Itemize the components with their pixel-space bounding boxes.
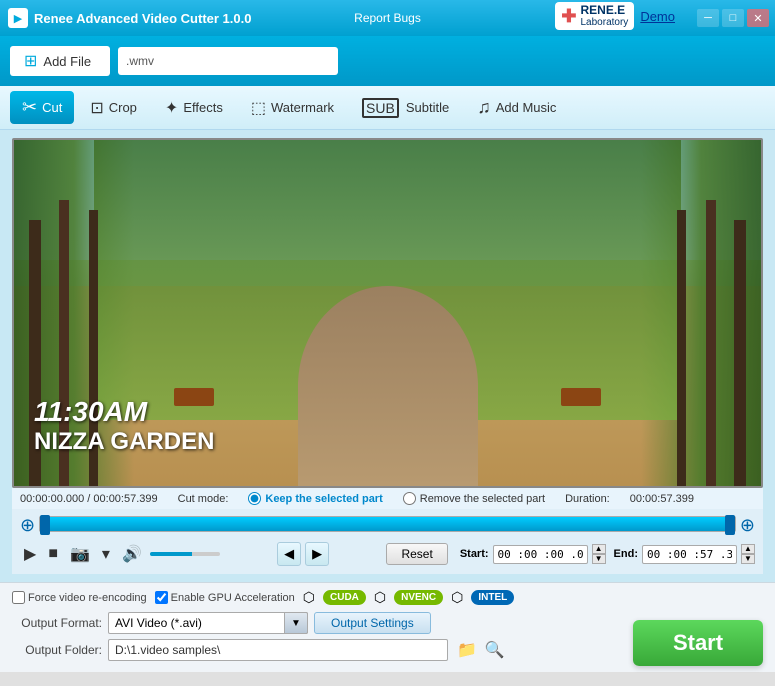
- watermark-icon: ⬚: [251, 98, 266, 118]
- nvenc-gpu-icon: ⬡: [374, 589, 386, 606]
- encoding-row: Force video re-encoding Enable GPU Accel…: [12, 589, 763, 606]
- output-format-select-wrap: AVI Video (*.avi) ▼: [108, 612, 308, 634]
- output-settings-area: Output Format: AVI Video (*.avi) ▼ Outpu…: [12, 612, 623, 666]
- browse-folder-button[interactable]: 📁: [454, 639, 480, 661]
- window-controls: ─ □ ✕: [697, 9, 769, 27]
- close-button[interactable]: ✕: [747, 9, 769, 27]
- start-time-up[interactable]: ▲: [592, 544, 606, 554]
- reset-button[interactable]: Reset: [386, 543, 447, 565]
- main-content: 11:30AM NIZZA GARDEN 00:00:00.000 / 00:0…: [0, 130, 775, 582]
- frame-forward-button[interactable]: ▶: [305, 542, 329, 566]
- video-overlay: 11:30AM NIZZA GARDEN: [34, 396, 214, 456]
- cut-mode-label: Cut mode:: [178, 493, 229, 505]
- timeline-fill: [40, 517, 735, 531]
- end-time-up[interactable]: ▲: [741, 544, 755, 554]
- output-format-select[interactable]: AVI Video (*.avi): [108, 612, 308, 634]
- footer-area: Force video re-encoding Enable GPU Accel…: [0, 582, 775, 672]
- intel-badge: INTEL: [471, 590, 514, 605]
- end-label: End:: [614, 548, 638, 560]
- timeline-track[interactable]: [39, 516, 736, 532]
- controls-bar: ▶ ■ 📷 ▾ 🔊 ◀ ▶ Reset Start: ▲ ▼ End: ▲ ▼: [20, 538, 755, 570]
- minimize-button[interactable]: ─: [697, 9, 719, 27]
- duration-label: Duration:: [565, 493, 610, 505]
- timeline-handle-left[interactable]: [40, 515, 50, 535]
- title-bar: ▶ Renee Advanced Video Cutter 1.0.0 Repo…: [0, 0, 775, 36]
- end-time-spinner[interactable]: ▲ ▼: [741, 544, 755, 564]
- output-folder-input[interactable]: [108, 639, 448, 661]
- watermark-tab[interactable]: ⬚ Watermark: [239, 92, 346, 124]
- cuda-badge: CUDA: [323, 590, 366, 605]
- brand-area: ✚ RENE.E Laboratory Demo: [555, 2, 675, 30]
- brand-name1: RENE.E: [581, 4, 629, 17]
- add-music-tab[interactable]: ♫ Add Music: [465, 91, 568, 124]
- add-file-icon: ⊞: [24, 51, 37, 71]
- force-reencode-checkbox[interactable]: Force video re-encoding: [12, 591, 147, 604]
- keep-selected-radio[interactable]: Keep the selected part: [248, 492, 382, 505]
- report-bugs-label[interactable]: Report Bugs: [354, 11, 421, 25]
- intel-gpu-icon: ⬡: [451, 589, 463, 606]
- cut-icon: ✂: [22, 97, 37, 118]
- start-time-down[interactable]: ▼: [592, 554, 606, 564]
- duration-value: 00:00:57.399: [630, 493, 694, 505]
- remove-selected-radio[interactable]: Remove the selected part: [403, 492, 545, 505]
- video-timestamp: 11:30AM: [34, 396, 214, 428]
- start-label: Start:: [460, 548, 489, 560]
- effects-icon: ✦: [165, 98, 178, 118]
- timeline-area: ⊕ ⊕ ▶ ■ 📷 ▾ 🔊 ◀ ▶ Reset Start: ▲: [12, 509, 763, 574]
- output-format-arrow[interactable]: ▼: [284, 612, 308, 634]
- folder-icons: 📁 🔍: [454, 639, 508, 661]
- search-folder-button[interactable]: 🔍: [482, 639, 508, 661]
- maximize-button[interactable]: □: [722, 9, 744, 27]
- toolbar: ✂ Cut ⊡ Crop ✦ Effects ⬚ Watermark SUB S…: [0, 86, 775, 130]
- snapshot-caret[interactable]: ▾: [98, 542, 114, 566]
- bottom-section: Output Format: AVI Video (*.avi) ▼ Outpu…: [12, 612, 763, 666]
- time-code: 00:00:00.000 / 00:00:57.399: [20, 493, 158, 505]
- nvenc-badge: NVENC: [394, 590, 443, 605]
- cut-tab[interactable]: ✂ Cut: [10, 91, 74, 124]
- timeline-expand-left[interactable]: ⊕: [20, 515, 35, 536]
- app-icon: ▶: [8, 8, 28, 28]
- volume-button[interactable]: 🔊: [118, 542, 146, 566]
- video-location: NIZZA GARDEN: [34, 428, 214, 456]
- effects-tab[interactable]: ✦ Effects: [153, 92, 235, 124]
- output-settings-button[interactable]: Output Settings: [314, 612, 431, 634]
- frame-back-button[interactable]: ◀: [277, 542, 301, 566]
- end-time-down[interactable]: ▼: [741, 554, 755, 564]
- music-icon: ♫: [477, 97, 491, 118]
- status-bar: 00:00:00.000 / 00:00:57.399 Cut mode: Ke…: [12, 488, 763, 509]
- brand-logo-pill: ✚ RENE.E Laboratory: [555, 2, 634, 30]
- output-format-row: Output Format: AVI Video (*.avi) ▼ Outpu…: [12, 612, 623, 634]
- brand-cross-icon: ✚: [561, 6, 576, 27]
- file-path-input[interactable]: [118, 47, 338, 75]
- snapshot-button[interactable]: 📷: [66, 542, 94, 566]
- start-time-input[interactable]: [493, 545, 588, 564]
- crop-tab[interactable]: ⊡ Crop: [78, 92, 149, 124]
- video-player[interactable]: 11:30AM NIZZA GARDEN: [12, 138, 763, 488]
- play-button[interactable]: ▶: [20, 542, 40, 566]
- subtitle-tab[interactable]: SUB Subtitle: [350, 92, 461, 124]
- demo-link[interactable]: Demo: [640, 9, 675, 24]
- output-folder-label: Output Folder:: [12, 643, 102, 657]
- stop-button[interactable]: ■: [44, 543, 62, 565]
- start-button[interactable]: Start: [633, 620, 763, 666]
- crop-icon: ⊡: [90, 98, 103, 118]
- volume-slider[interactable]: [150, 552, 220, 556]
- add-file-button[interactable]: ⊞ Add File: [10, 46, 110, 76]
- enable-gpu-checkbox[interactable]: Enable GPU Acceleration: [155, 591, 295, 604]
- timeline-handle-right[interactable]: [725, 515, 735, 535]
- header-bar: ⊞ Add File: [0, 36, 775, 86]
- start-time-spinner[interactable]: ▲ ▼: [592, 544, 606, 564]
- subtitle-icon: SUB: [362, 98, 399, 118]
- brand-name2: Laboratory: [581, 17, 629, 28]
- timeline-expand-right[interactable]: ⊕: [740, 515, 755, 536]
- output-folder-row: Output Folder: 📁 🔍: [12, 639, 623, 661]
- gpu-icon: ⬡: [303, 589, 315, 606]
- output-format-label: Output Format:: [12, 616, 102, 630]
- end-time-input[interactable]: [642, 545, 737, 564]
